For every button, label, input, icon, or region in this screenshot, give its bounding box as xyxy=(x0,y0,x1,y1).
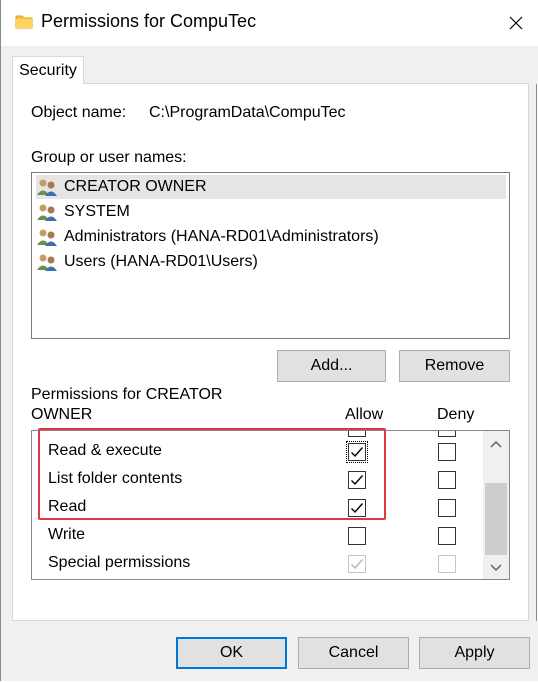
allow-checkbox[interactable] xyxy=(346,441,368,463)
deny-checkbox-partial xyxy=(438,431,456,437)
list-item[interactable]: Administrators (HANA-RD01\Administrators… xyxy=(36,225,379,249)
list-item[interactable]: Users (HANA-RD01\Users) xyxy=(36,250,258,274)
users-icon xyxy=(37,254,57,271)
scroll-up-button[interactable] xyxy=(483,433,509,455)
permission-row: Read & execute xyxy=(32,438,482,466)
apply-button[interactable]: Apply xyxy=(419,637,530,669)
scroll-thumb[interactable] xyxy=(485,483,507,555)
group-user-list[interactable]: CREATOR OWNER SYSTEM Administrators (HAN… xyxy=(31,172,510,339)
allow-checkbox[interactable] xyxy=(348,527,366,545)
list-item[interactable]: CREATOR OWNER xyxy=(36,175,506,199)
permission-row: Read xyxy=(32,494,482,522)
checkmark-icon xyxy=(351,503,364,514)
permission-name: Write xyxy=(48,526,86,543)
permission-name: List folder contents xyxy=(48,470,183,487)
deny-header: Deny xyxy=(437,406,475,423)
users-icon xyxy=(37,229,57,246)
object-name-value: C:\ProgramData\CompuTec xyxy=(149,104,346,121)
list-item-label: CREATOR OWNER xyxy=(64,178,207,195)
allow-checkbox-partial xyxy=(348,431,366,437)
checkmark-icon xyxy=(351,447,364,458)
object-name-label: Object name: xyxy=(31,104,127,121)
list-item-label: Users (HANA-RD01\Users) xyxy=(64,253,258,270)
checkmark-icon xyxy=(351,559,364,570)
add-button[interactable]: Add... xyxy=(277,350,386,382)
list-item-label: SYSTEM xyxy=(64,203,130,220)
permission-row: Special permissions xyxy=(32,550,482,578)
window-title: Permissions for CompuTec xyxy=(41,11,257,31)
permission-name: Read xyxy=(48,498,87,515)
allow-checkbox-disabled xyxy=(348,555,366,573)
permissions-label-owner: OWNER xyxy=(31,406,93,423)
close-icon[interactable] xyxy=(508,15,524,31)
permissions-dialog: Permissions for CompuTec Security Object… xyxy=(0,0,538,681)
close-button[interactable] xyxy=(493,0,538,46)
permissions-scrollbar[interactable] xyxy=(483,431,509,579)
deny-checkbox[interactable] xyxy=(438,443,456,461)
group-names-label: Group or user names: xyxy=(31,149,187,166)
deny-checkbox[interactable] xyxy=(438,471,456,489)
permissions-label: Permissions for CREATOR xyxy=(31,386,223,403)
deny-checkbox-disabled xyxy=(438,555,456,573)
remove-button[interactable]: Remove xyxy=(399,350,510,382)
scroll-down-button[interactable] xyxy=(483,557,509,579)
cancel-button[interactable]: Cancel xyxy=(298,637,409,669)
permission-name: Read & execute xyxy=(48,442,162,459)
list-item-label: Administrators (HANA-RD01\Administrators… xyxy=(64,228,379,245)
ok-button[interactable]: OK xyxy=(176,637,287,669)
chevron-down-icon[interactable] xyxy=(490,564,502,572)
tab-security[interactable]: Security xyxy=(12,56,84,84)
deny-checkbox[interactable] xyxy=(438,527,456,545)
deny-checkbox[interactable] xyxy=(438,499,456,517)
users-icon xyxy=(37,179,57,196)
permission-name: Special permissions xyxy=(48,554,191,571)
users-icon xyxy=(37,204,57,221)
title-bar: Permissions for CompuTec xyxy=(1,0,538,46)
allow-header: Allow xyxy=(345,406,384,423)
list-item[interactable]: SYSTEM xyxy=(36,200,130,224)
allow-checkbox[interactable] xyxy=(348,499,366,517)
chevron-up-icon[interactable] xyxy=(490,440,502,448)
folder-icon xyxy=(15,15,33,29)
checkmark-icon xyxy=(351,475,364,486)
permission-row: List folder contents xyxy=(32,466,482,494)
permissions-list[interactable]: Read & execute List folder contents Read… xyxy=(31,430,510,580)
allow-checkbox[interactable] xyxy=(348,471,366,489)
permission-row: Write xyxy=(32,522,482,550)
